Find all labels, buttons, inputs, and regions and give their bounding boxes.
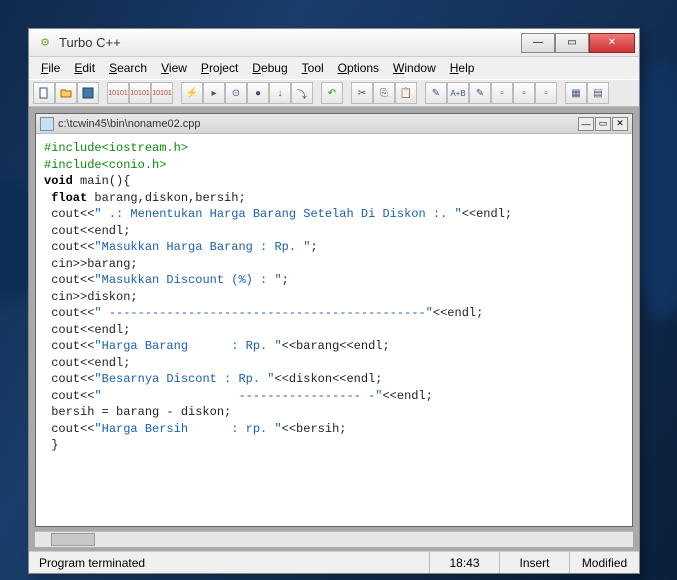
tool-c-button[interactable]: ▫: [535, 82, 557, 104]
status-modified: Modified: [569, 552, 639, 573]
menu-help[interactable]: Help: [444, 59, 481, 77]
make-button[interactable]: 10101: [129, 82, 151, 104]
save-button[interactable]: [77, 82, 99, 104]
undo-button[interactable]: ↶: [321, 82, 343, 104]
marker-button[interactable]: ✎: [469, 82, 491, 104]
maximize-button[interactable]: ▭: [555, 33, 589, 53]
menubar: File Edit Search View Project Debug Tool…: [29, 57, 639, 79]
menu-project[interactable]: Project: [195, 59, 244, 77]
status-mode: Insert: [499, 552, 569, 573]
horizontal-scrollbar[interactable]: [35, 531, 633, 547]
editor-maximize-button[interactable]: ▭: [595, 117, 611, 131]
compile-button[interactable]: 10101: [107, 82, 129, 104]
desktop-background: ⚙ Turbo C++ — ▭ ✕ File Edit Search View …: [0, 0, 677, 580]
menu-search[interactable]: Search: [103, 59, 153, 77]
menu-debug[interactable]: Debug: [246, 59, 293, 77]
paste-button[interactable]: 📋: [395, 82, 417, 104]
window-title: Turbo C++: [57, 35, 521, 50]
code-area[interactable]: #include<iostream.h> #include<conio.h> v…: [36, 134, 632, 526]
brush-button[interactable]: ✎: [425, 82, 447, 104]
minimize-button[interactable]: —: [521, 33, 555, 53]
breakpoint-button[interactable]: ●: [247, 82, 269, 104]
window-controls: — ▭ ✕: [521, 33, 635, 53]
open-button[interactable]: [55, 82, 77, 104]
editor-minimize-button[interactable]: —: [578, 117, 594, 131]
copy-button[interactable]: ⎘: [373, 82, 395, 104]
new-button[interactable]: [33, 82, 55, 104]
status-message: Program terminated: [29, 552, 429, 573]
menu-edit[interactable]: Edit: [68, 59, 101, 77]
editor-path: c:\tcwin45\bin\noname02.cpp: [58, 118, 578, 130]
menu-tool[interactable]: Tool: [296, 59, 330, 77]
window-tile-button[interactable]: ▦: [565, 82, 587, 104]
menu-file[interactable]: File: [35, 59, 66, 77]
cut-button[interactable]: ✂: [351, 82, 373, 104]
file-icon: [40, 117, 54, 131]
run-button[interactable]: ⚡: [181, 82, 203, 104]
editor-close-button[interactable]: ✕: [612, 117, 628, 131]
step-button[interactable]: ↓: [269, 82, 291, 104]
titlebar: ⚙ Turbo C++ — ▭ ✕: [29, 29, 639, 57]
menu-window[interactable]: Window: [387, 59, 442, 77]
editor-window: c:\tcwin45\bin\noname02.cpp — ▭ ✕ #inclu…: [35, 113, 633, 527]
editor-titlebar: c:\tcwin45\bin\noname02.cpp — ▭ ✕: [36, 114, 632, 134]
statusbar: Program terminated 18:43 Insert Modified: [29, 551, 639, 573]
menu-view[interactable]: View: [155, 59, 193, 77]
highlight-button[interactable]: A+B: [447, 82, 469, 104]
build-button[interactable]: 10101: [151, 82, 173, 104]
workarea: c:\tcwin45\bin\noname02.cpp — ▭ ✕ #inclu…: [29, 107, 639, 551]
app-window: ⚙ Turbo C++ — ▭ ✕ File Edit Search View …: [28, 28, 640, 574]
status-position: 18:43: [429, 552, 499, 573]
app-icon: ⚙: [37, 35, 53, 51]
close-button[interactable]: ✕: [589, 33, 635, 53]
window-cascade-button[interactable]: ▤: [587, 82, 609, 104]
scrollbar-thumb[interactable]: [51, 533, 95, 546]
tool-a-button[interactable]: ▫: [491, 82, 513, 104]
toolbar: 10101 10101 10101 ⚡ ▸ ⊙ ● ↓ ⤵ ↶ ✂ ⎘ 📋 ✎: [29, 79, 639, 107]
tool-b-button[interactable]: ▫: [513, 82, 535, 104]
debug-button[interactable]: ▸: [203, 82, 225, 104]
menu-options[interactable]: Options: [332, 59, 385, 77]
trace-button[interactable]: ⤵: [291, 82, 313, 104]
watch-button[interactable]: ⊙: [225, 82, 247, 104]
